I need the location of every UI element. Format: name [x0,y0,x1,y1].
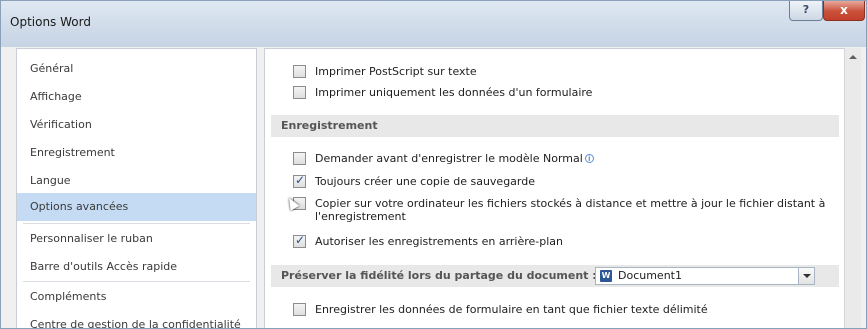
label-copy-remote-files: Copier sur votre ordinateur les fichiers… [315,197,826,223]
label-print-postscript: Imprimer PostScript sur texte [315,65,477,78]
section-header-save: Enregistrement [271,115,839,137]
nav-item-quick-access[interactable]: Barre d'outils Accès rapide [17,253,256,281]
nav-item-display[interactable]: Affichage [17,83,256,111]
document-select[interactable]: W Document1 [595,267,815,285]
help-icon: ? [802,3,810,16]
nav-divider [23,281,250,282]
scroll-up-arrow-icon[interactable] [849,55,857,59]
label-print-form-data: Imprimer uniquement les données d'un for… [315,86,593,99]
nav-item-trust-center[interactable]: Centre de gestion de la confidentialité [17,311,256,328]
checkbox-always-backup[interactable]: ✓ [293,173,306,188]
nav-item-save[interactable]: Enregistrement [17,139,256,167]
chevron-down-icon [803,274,811,278]
info-icon[interactable]: i [584,154,594,163]
help-button[interactable]: ? [789,1,823,21]
word-document-icon: W [600,270,612,282]
checkbox-print-postscript[interactable] [293,65,306,78]
dropdown-arrow-button[interactable] [798,268,814,284]
nav-item-addins[interactable]: Compléments [17,283,256,311]
label-save-form-data-text: Enregistrer les données de formulaire en… [315,303,708,316]
options-content: Imprimer PostScript sur texte Imprimer u… [264,48,844,328]
options-dialog: Options Word ? x Général Affichage Vérif… [0,0,867,329]
checkmark-icon: ✓ [295,173,306,187]
category-nav: Général Affichage Vérification Enregistr… [16,48,257,328]
nav-item-language[interactable]: Langue [17,167,256,195]
checkbox-print-form-data[interactable] [293,86,306,99]
close-button[interactable]: x [823,1,865,21]
label-background-saves: Autoriser les enregistrements en arrière… [315,235,564,248]
vertical-scrollbar[interactable] [844,48,861,328]
checkmark-icon: ✓ [295,233,306,247]
nav-item-customize-ribbon[interactable]: Personnaliser le ruban [17,225,256,253]
nav-item-proofing[interactable]: Vérification [17,111,256,139]
nav-divider [23,223,250,224]
dialog-title: Options Word [10,15,91,29]
checkbox-background-saves[interactable]: ✓ [293,233,306,248]
close-icon: x [840,3,848,17]
nav-item-advanced[interactable]: Options avancées [17,193,256,221]
label-prompt-normal-template: Demander avant d'enregistrer le modèle N… [315,152,594,165]
title-bar: Options Word ? x [1,1,866,47]
label-prompt-normal-template-text: Demander avant d'enregistrer le modèle N… [315,152,583,165]
document-select-value: Document1 [618,269,682,282]
checkbox-prompt-normal-template[interactable] [293,152,306,165]
nav-item-general[interactable]: Général [17,55,256,83]
label-always-backup: Toujours créer une copie de sauvegarde [315,175,535,188]
checkbox-save-form-data-text[interactable] [293,303,306,316]
